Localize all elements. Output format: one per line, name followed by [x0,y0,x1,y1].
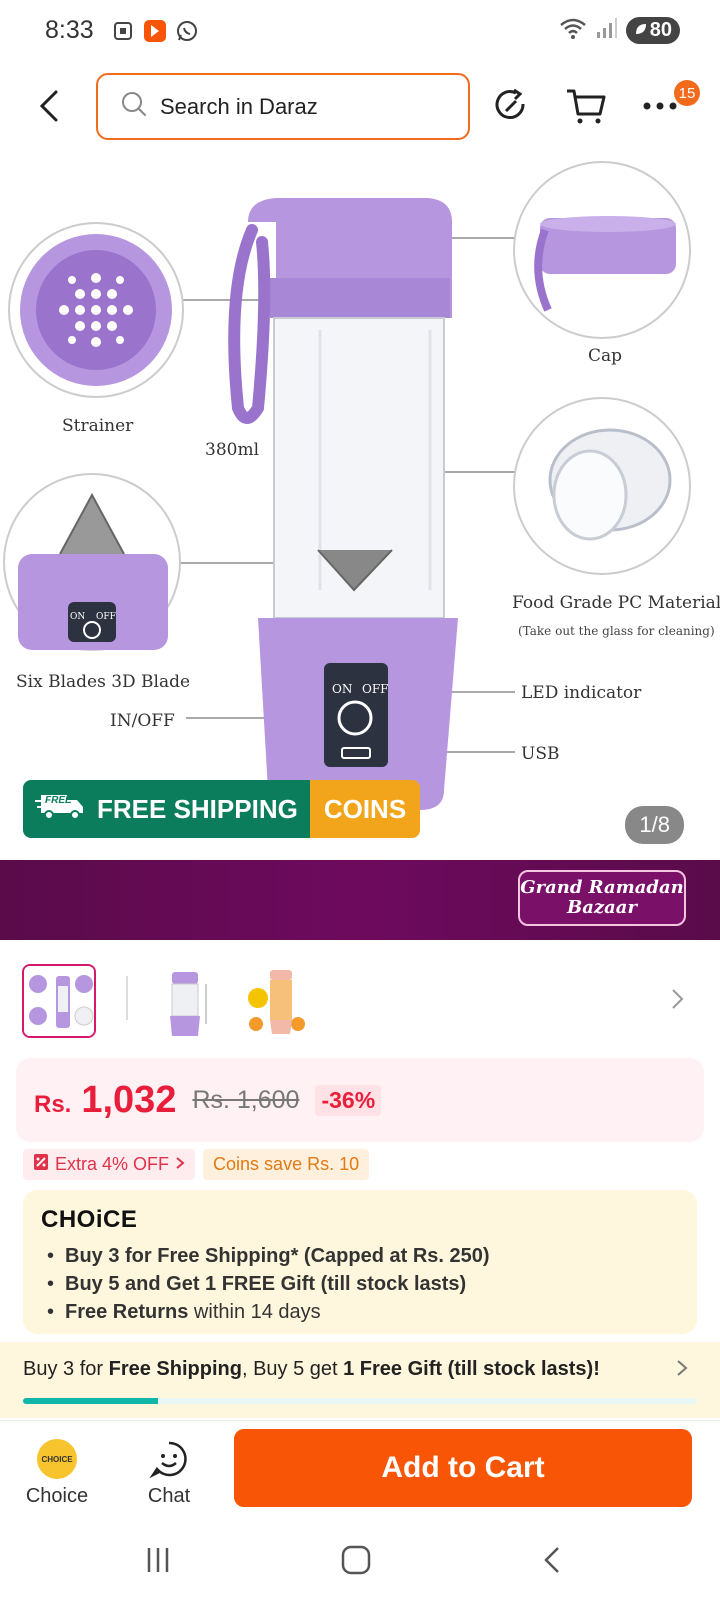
product-image-carousel[interactable]: Strainer 380ml Cap Food Grade PC Materia… [0,150,720,860]
thumbnail-3[interactable] [240,964,314,1038]
extra-off-chip[interactable]: Extra 4% OFF [23,1149,196,1180]
share-icon [495,88,525,120]
discount-badge: -36% [315,1084,382,1116]
label-material: Food Grade PC Material [512,593,720,613]
home-button[interactable] [336,1540,376,1580]
share-button[interactable] [488,82,536,130]
thumbnail-1-image [24,966,94,1036]
free-shipping-text: FREE SHIPPING [97,793,298,824]
notification-badge: 15 [674,80,700,106]
progress-fill [23,1398,158,1404]
price-current-group: Rs. 1,032 [34,1079,176,1122]
status-bar: 8:33 80 [0,0,720,62]
back-arrow-icon [39,90,58,122]
system-navigation-bar [0,1520,720,1600]
back-icon [544,1547,559,1573]
thumbnail-divider [126,976,128,1020]
choice-benefit-2: Buy 5 and Get 1 FREE Gift (till stock la… [41,1270,679,1298]
price-currency: Rs. [34,1090,72,1118]
choice-logo: CHOiCE [41,1206,138,1233]
choice-tab[interactable]: CHOICE Choice [12,1439,102,1508]
battery-saver-icon [634,19,648,42]
chevron-right-icon [672,989,684,1009]
chat-label: Chat [147,1485,191,1507]
search-icon [120,90,148,123]
status-right: 80 [558,16,680,45]
truck-icon: FREE [35,791,87,828]
label-switch-on: ON [332,682,353,696]
add-to-cart-button[interactable]: Add to Cart [234,1429,692,1507]
search-input[interactable]: Search in Daraz [96,73,470,140]
label-blade-switch-on: ON [70,612,86,622]
choice-benefit-list: Buy 3 for Free Shipping* (Capped at Rs. … [41,1242,679,1326]
thumbnail-next-button[interactable] [668,984,688,1019]
progress-track [23,1398,697,1404]
wifi-icon [558,16,588,45]
back-button[interactable] [30,84,70,128]
battery-indicator: 80 [625,17,680,44]
choice-benefit-1: Buy 3 for Free Shipping* (Capped at Rs. … [41,1242,679,1270]
status-time: 8:33 [45,16,94,44]
choice-coin-icon: CHOICE [37,1439,77,1479]
free-shipping-message: Buy 3 for Free Shipping, Buy 5 get 1 Fre… [23,1358,600,1380]
ramadan-badge: Grand Ramadan Bazaar [518,870,686,926]
price-original: Rs. 1,600 [192,1085,300,1114]
label-switch-off: OFF [362,682,389,696]
daraz-app-icon [142,18,168,44]
signal-icon [596,16,618,45]
price-card: Rs. 1,032 Rs. 1,600 -36% [16,1058,704,1142]
voucher-icon [33,1153,49,1176]
label-capacity: 380ml [205,440,260,460]
whatsapp-icon [174,18,200,44]
free-shipping-coins-banner: FREE FREE SHIPPING COINS [23,780,421,838]
free-shipping-progress-bar[interactable]: Buy 3 for Free Shipping, Buy 5 get 1 Fre… [0,1342,720,1418]
bottom-action-bar: CHOICE Choice Chat Add to Cart [0,1420,720,1520]
chat-icon [124,1439,214,1485]
label-led: LED indicator [521,683,642,703]
label-material-note: (Take out the glass for cleaning) [518,624,715,638]
search-placeholder: Search in Daraz [160,93,318,119]
chat-button[interactable]: Chat [124,1439,214,1508]
ramadan-line2: Bazaar [567,897,637,918]
recent-apps-icon [147,1548,169,1572]
free-tag: FREE [45,794,72,806]
chevron-right-icon [175,1154,185,1175]
label-blade-switch-off: OFF [96,612,116,622]
label-blade: Six Blades 3D Blade [16,672,191,692]
thumbnail-3-image [240,964,314,1038]
coins-save-chip[interactable]: Coins save Rs. 10 [203,1149,370,1180]
blender-product-illustration [3,161,691,810]
coins-label: COINS [309,780,421,838]
thumbnail-2[interactable] [148,964,222,1038]
system-back-button[interactable] [532,1540,572,1580]
home-icon [341,1545,371,1575]
thumbnail-strip [0,960,720,1040]
top-header: Search in Daraz 15 [0,62,720,150]
ramadan-line1: Grand Ramadan [520,877,684,898]
thumbnail-2-image [148,964,222,1038]
thumbnail-1[interactable] [22,964,96,1038]
label-usb: USB [521,744,560,764]
choice-benefit-3: Free Returns within 14 days [41,1298,679,1326]
label-strainer: Strainer [62,416,134,436]
choice-benefits-box[interactable]: CHOiCE Buy 3 for Free Shipping* (Capped … [23,1190,697,1334]
choice-tab-label: Choice [25,1485,89,1507]
screenshot-icon [110,18,136,44]
chevron-right-icon [674,1356,690,1385]
cart-button[interactable] [562,82,610,130]
label-inoff: IN/OFF [110,711,175,731]
promo-row: Extra 4% OFF Coins save Rs. 10 [23,1149,370,1180]
extra-off-text: Extra 4% OFF [55,1154,170,1174]
more-dots-icon [643,102,677,110]
label-cap: Cap [588,346,623,366]
notification-icons [110,18,200,44]
campaign-banner[interactable]: Grand Ramadan Bazaar [0,860,720,940]
recent-apps-button[interactable] [138,1540,178,1580]
price-current: 1,032 [81,1078,177,1121]
image-counter: 1/8 [625,806,684,844]
battery-level: 80 [649,19,672,41]
cart-icon [567,89,606,124]
free-shipping-label: FREE FREE SHIPPING [23,780,310,838]
